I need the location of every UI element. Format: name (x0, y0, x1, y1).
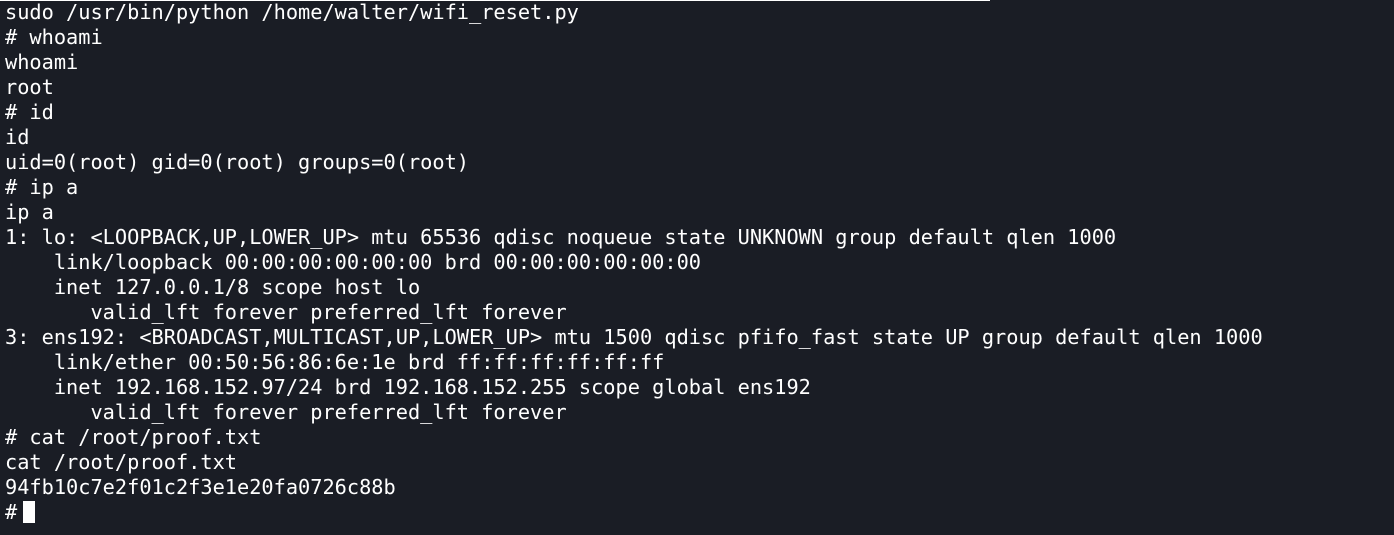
output-line: uid=0(root) gid=0(root) groups=0(root) (5, 150, 469, 174)
output-line: # ip a (5, 175, 79, 199)
output-line: cat /root/proof.txt (5, 450, 237, 474)
output-line: inet 192.168.152.97/24 brd 192.168.152.2… (5, 375, 811, 399)
output-line: # cat /root/proof.txt (5, 425, 262, 449)
output-line: sudo /usr/bin/python /home/walter/wifi_r… (5, 0, 579, 24)
shell-prompt: # (5, 500, 18, 524)
terminal-output: sudo /usr/bin/python /home/walter/wifi_r… (5, 0, 1394, 525)
output-line: valid_lft forever preferred_lft forever (5, 300, 567, 324)
output-line: valid_lft forever preferred_lft forever (5, 400, 567, 424)
output-line: # whoami (5, 25, 103, 49)
output-line: 1: lo: <LOOPBACK,UP,LOWER_UP> mtu 65536 … (5, 225, 1117, 249)
output-line: ip a (5, 200, 54, 224)
output-line: link/loopback 00:00:00:00:00:00 brd 00:0… (5, 250, 701, 274)
output-line: root (5, 75, 54, 99)
prompt-line[interactable]: # (5, 500, 1394, 525)
text-cursor[interactable] (23, 501, 36, 523)
output-line: # id (5, 100, 54, 124)
output-line: id (5, 125, 30, 149)
output-line: 94fb10c7e2f01c2f3e1e20fa0726c88b (5, 475, 396, 499)
output-line: whoami (5, 50, 79, 74)
output-line: 3: ens192: <BROADCAST,MULTICAST,UP,LOWER… (5, 325, 1263, 349)
terminal-window[interactable]: sudo /usr/bin/python /home/walter/wifi_r… (0, 0, 1394, 535)
output-line: inet 127.0.0.1/8 scope host lo (5, 275, 421, 299)
output-line: link/ether 00:50:56:86:6e:1e brd ff:ff:f… (5, 350, 665, 374)
